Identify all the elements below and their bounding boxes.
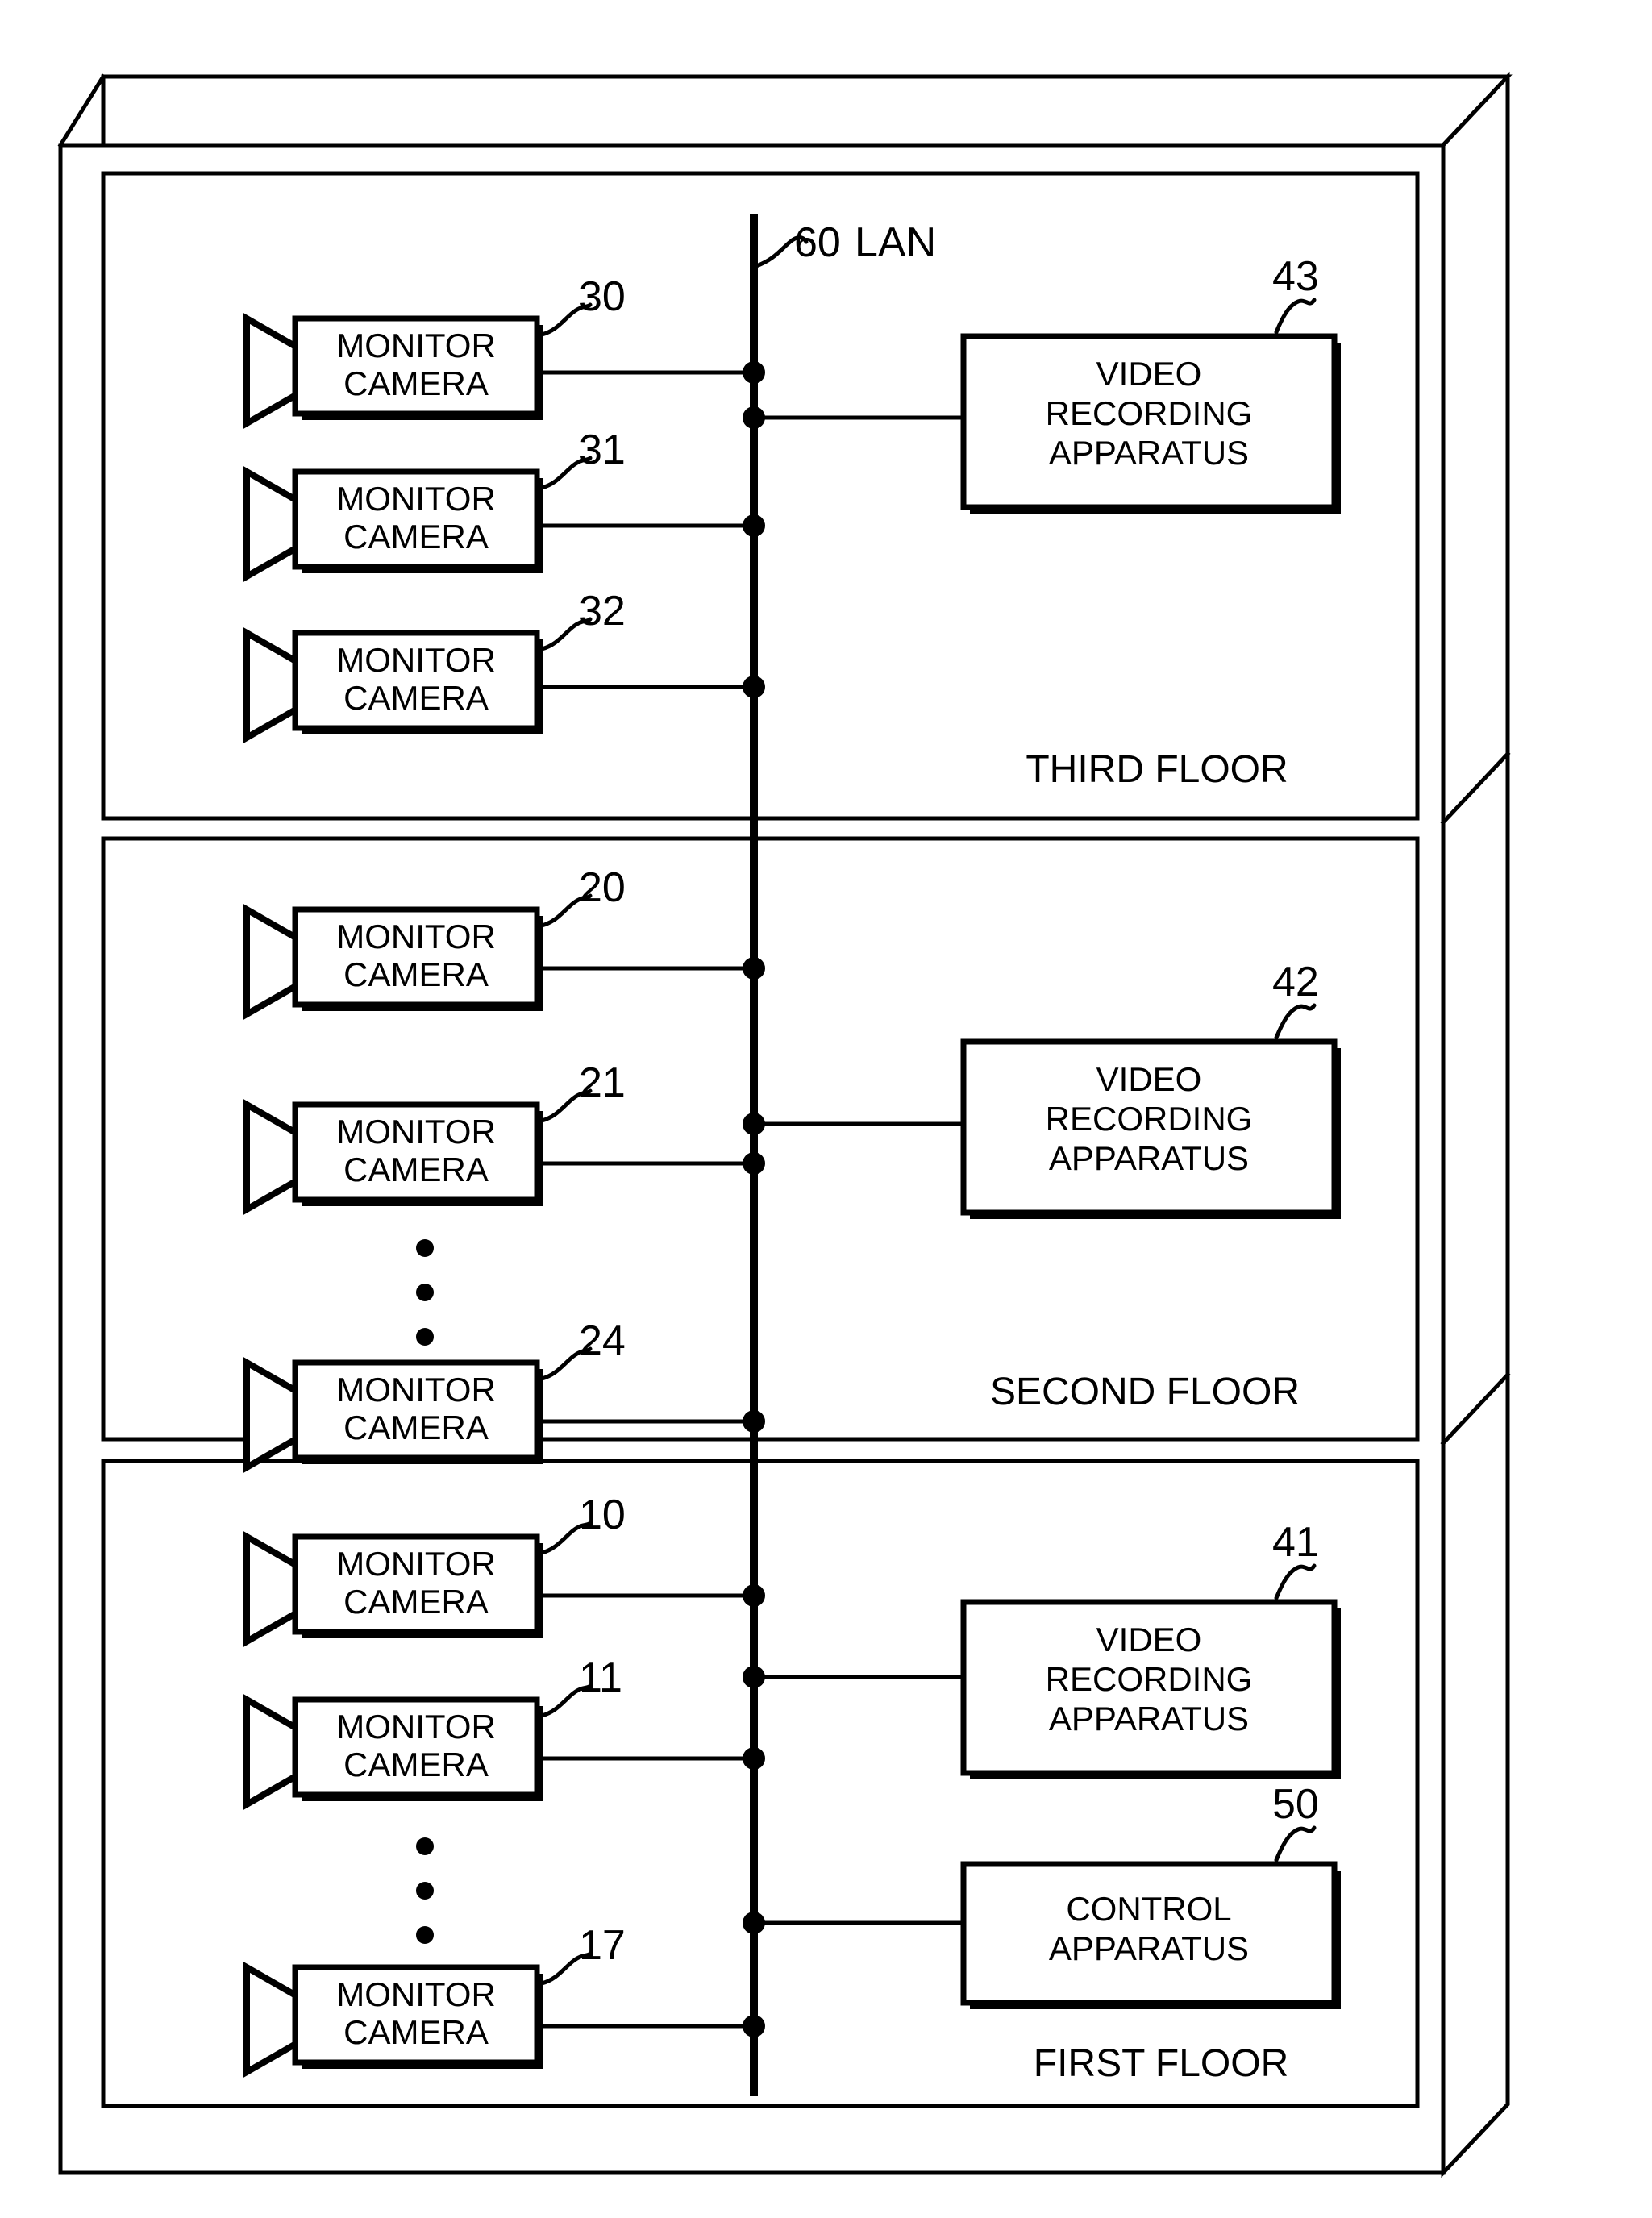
camera-label-line2: CAMERA: [343, 364, 489, 402]
camera-label-line1: MONITOR: [336, 1975, 496, 2013]
bus-node: [743, 406, 765, 429]
camera-ref: 30: [579, 273, 626, 320]
camera-label-line1: MONITOR: [336, 641, 496, 679]
camera-label-line1: MONITOR: [336, 327, 496, 364]
camera-label-line1: MONITOR: [336, 1371, 496, 1409]
camera-ref: 32: [579, 588, 626, 635]
camera-ref: 17: [579, 1922, 626, 1969]
camera-label-line2: CAMERA: [343, 2013, 489, 2051]
camera-label-line1: MONITOR: [336, 1545, 496, 1583]
floor-label-first: FIRST FLOOR: [1034, 2042, 1288, 2085]
camera-label-line2: CAMERA: [343, 1583, 489, 1621]
camera-label-line1: MONITOR: [336, 480, 496, 518]
camera-ref: 11: [579, 1654, 622, 1701]
patent-figure: 60 LAN MONITOR CAMERA 30 MONITOR CAMERA …: [57, 71, 1513, 2178]
bus-node: [743, 1152, 765, 1175]
bus-node: [743, 1410, 765, 1433]
camera-label-line1: MONITOR: [336, 1708, 496, 1746]
camera-ref: 31: [579, 427, 626, 473]
camera-ref: 21: [579, 1059, 626, 1106]
bus-node: [743, 957, 765, 980]
device-ref: 43: [1272, 253, 1319, 300]
device-label-line2: RECORDING: [1046, 1100, 1253, 1138]
bus-node: [743, 1666, 765, 1688]
device-label-line1: VIDEO: [1096, 355, 1202, 393]
camera-label-line2: CAMERA: [343, 518, 489, 556]
device-ref: 41: [1272, 1519, 1319, 1566]
ellipsis-dot: [416, 1882, 434, 1900]
camera-label-line2: CAMERA: [343, 955, 489, 993]
camera-label-line2: CAMERA: [343, 1409, 489, 1446]
camera-ref: 10: [579, 1492, 626, 1538]
lan-bus-label: LAN: [855, 219, 936, 266]
ellipsis-dot: [416, 1837, 434, 1855]
camera-ref: 24: [579, 1317, 626, 1364]
ellipsis-dot: [416, 1284, 434, 1301]
device-label-line2: RECORDING: [1046, 394, 1253, 432]
ellipsis-dot: [416, 1926, 434, 1944]
device-label-line3: APPARATUS: [1049, 1139, 1249, 1177]
building-top-face: [101, 74, 1513, 148]
floor-label-third: THIRD FLOOR: [1026, 748, 1288, 791]
bus-node: [743, 1747, 765, 1770]
device-label-line2: RECORDING: [1046, 1660, 1253, 1698]
device-ref: 42: [1272, 959, 1319, 1005]
device-label-line3: APPARATUS: [1049, 1700, 1249, 1737]
building-right-face: [1441, 71, 1510, 2178]
bus-node: [743, 514, 765, 537]
device-label-line3: APPARATUS: [1049, 434, 1249, 472]
bus-node: [743, 1584, 765, 1607]
bus-node: [743, 361, 765, 384]
camera-label-line1: MONITOR: [336, 1113, 496, 1151]
bus-node: [743, 1113, 765, 1135]
device-label-line1: VIDEO: [1096, 1060, 1202, 1098]
camera-ref: 20: [579, 864, 626, 911]
bus-node: [743, 676, 765, 698]
device-label-line1: VIDEO: [1096, 1621, 1202, 1658]
lan-bus-ref: 60: [794, 219, 841, 266]
diagram-canvas: 60 LAN MONITOR CAMERA 30 MONITOR CAMERA …: [0, 0, 1652, 2218]
ellipsis-dot: [416, 1328, 434, 1346]
camera-label-line2: CAMERA: [343, 679, 489, 717]
bus-node: [743, 2015, 765, 2037]
ellipsis-dot: [416, 1239, 434, 1257]
building-left-roof-slope: [57, 73, 106, 148]
bus-node: [743, 1912, 765, 1934]
device-label-line1: CONTROL: [1066, 1890, 1231, 1928]
device-ref: 50: [1272, 1781, 1319, 1828]
camera-label-line2: CAMERA: [343, 1151, 489, 1188]
device-label-line2: APPARATUS: [1049, 1929, 1249, 1967]
camera-label-line2: CAMERA: [343, 1746, 489, 1783]
camera-label-line1: MONITOR: [336, 918, 496, 955]
floor-label-second: SECOND FLOOR: [990, 1371, 1300, 1413]
